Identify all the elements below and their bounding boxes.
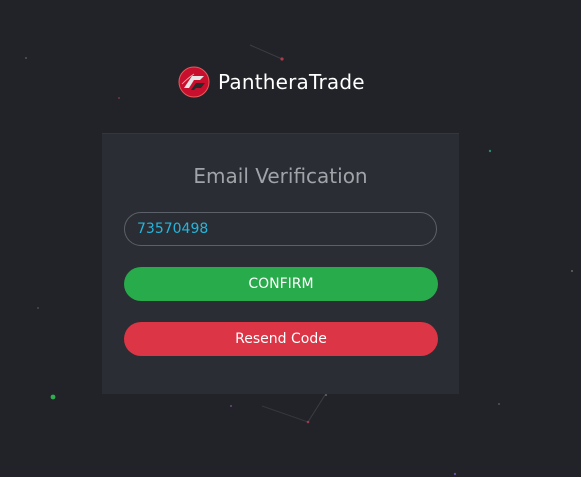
brand-name: PantheraTrade bbox=[218, 70, 365, 94]
verification-card: Email Verification CONFIRM Resend Code bbox=[102, 133, 459, 394]
panther-logo-icon bbox=[178, 66, 210, 98]
confirm-button[interactable]: CONFIRM bbox=[124, 267, 438, 301]
verification-page: PantheraTrade Email Verification CONFIRM… bbox=[0, 0, 581, 477]
resend-code-button[interactable]: Resend Code bbox=[124, 322, 438, 356]
brand-header: PantheraTrade bbox=[178, 66, 365, 98]
page-title: Email Verification bbox=[193, 164, 368, 188]
verification-code-input[interactable] bbox=[124, 212, 437, 246]
